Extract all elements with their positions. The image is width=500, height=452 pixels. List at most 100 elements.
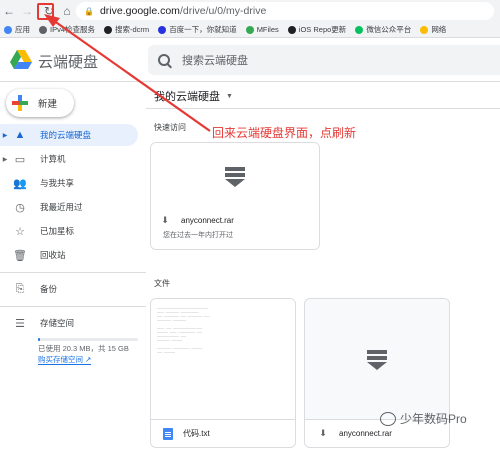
sidebar-item-label: 回收站 bbox=[40, 250, 66, 260]
bookmark-label: MFiles bbox=[256, 25, 279, 34]
file-card[interactable]: ──────────────────────────── ──── ──────… bbox=[150, 298, 296, 448]
bookmark-item[interactable]: 百度一下，你就知道 bbox=[158, 24, 237, 35]
sidebar-item-storage[interactable]: ☰ 存储空间 bbox=[0, 312, 138, 334]
storage-bar-fill bbox=[38, 338, 40, 341]
bookmark-favicon-icon bbox=[39, 25, 47, 34]
watermark-text: 少年数码Pro bbox=[400, 412, 467, 426]
sidebar-item-computers[interactable]: ▶ ▭ 计算机 bbox=[0, 148, 138, 170]
bookmark-item[interactable]: 应用 bbox=[4, 24, 30, 35]
external-link-icon: ↗ bbox=[85, 355, 92, 364]
main-divider bbox=[146, 108, 500, 109]
card-footer: 代码.txt bbox=[151, 419, 295, 447]
sidebar-divider bbox=[0, 272, 146, 273]
buy-storage-label: 购买存储空间 bbox=[38, 355, 83, 364]
bookmark-favicon-icon bbox=[4, 25, 12, 34]
lock-icon: 🔒 bbox=[84, 6, 94, 16]
sidebar-item-starred[interactable]: ☆ 已加星标 bbox=[0, 220, 138, 242]
storage-icon: ☰ bbox=[15, 317, 25, 330]
file-subtitle: 您在过去一年内打开过 bbox=[163, 232, 233, 239]
bookmark-favicon-icon bbox=[245, 25, 254, 34]
files-title: 文件 bbox=[154, 279, 170, 288]
bookmark-favicon-icon bbox=[420, 25, 429, 34]
file-preview bbox=[151, 143, 319, 211]
annotation-text: 回来云端硬盘界面，点刷新 bbox=[212, 126, 357, 140]
bookmark-label: 网络 bbox=[431, 25, 447, 34]
new-label: 新建 bbox=[38, 99, 58, 110]
download-icon bbox=[225, 167, 245, 187]
file-name: 代码.txt bbox=[183, 429, 210, 438]
buy-storage-link[interactable]: 购买存储空间 ↗ bbox=[38, 355, 92, 365]
home-icon[interactable]: ⌂ bbox=[58, 2, 76, 20]
people-icon: 👥 bbox=[13, 177, 27, 190]
url-host: drive.google.com bbox=[99, 5, 180, 17]
bookmark-label: iOS Repo更新 bbox=[298, 25, 347, 34]
clock-icon: ◷ bbox=[15, 201, 25, 214]
star-icon: ☆ bbox=[15, 225, 25, 238]
sidebar-item-recent[interactable]: ◷ 我最近用过 bbox=[0, 196, 138, 218]
quick-access-card[interactable]: ⬇ anyconnect.rar 您在过去一年内打开过 bbox=[150, 142, 320, 250]
bookmark-label: 应用 bbox=[15, 25, 30, 34]
bookmark-item[interactable]: IPv4检查服务 bbox=[39, 24, 95, 35]
url-path: /drive/u/0/my-drive bbox=[179, 5, 267, 17]
bookmark-item[interactable]: iOS Repo更新 bbox=[287, 24, 347, 35]
back-icon[interactable]: ← bbox=[0, 2, 18, 20]
trash-icon: 🗑 bbox=[13, 249, 27, 262]
reload-highlight-box bbox=[37, 3, 54, 20]
quick-access-title: 快速访问 bbox=[154, 123, 186, 132]
file-name: anyconnect.rar bbox=[181, 216, 234, 225]
sidebar: 新建 ▶ ▲ 我的云端硬盘 ▶ ▭ 计算机 👥 与我共享 ◷ 我最近用过 ☆ 已… bbox=[0, 82, 146, 452]
sidebar-item-label: 已加星标 bbox=[40, 226, 75, 236]
product-name[interactable]: 云端硬盘 bbox=[38, 51, 98, 72]
search-placeholder: 搜索云端硬盘 bbox=[182, 55, 248, 67]
sidebar-item-trash[interactable]: 🗑 回收站 bbox=[0, 244, 138, 266]
card-footer: ⬇ anyconnect.rar 您在过去一年内打开过 bbox=[151, 209, 319, 249]
sidebar-item-label: 我的云端硬盘 bbox=[40, 130, 92, 140]
bookmark-favicon-icon bbox=[355, 25, 364, 34]
storage-used-text: 已使用 20.3 MB，共 15 GB bbox=[38, 344, 129, 353]
forward-icon[interactable]: → bbox=[18, 2, 36, 20]
bookmark-label: IPv4检查服务 bbox=[50, 25, 96, 34]
document-icon bbox=[163, 427, 173, 440]
sidebar-item-label: 我最近用过 bbox=[40, 202, 83, 212]
plus-icon bbox=[12, 95, 28, 111]
bookmark-favicon-icon bbox=[287, 25, 296, 34]
bookmark-item[interactable]: 微信公众平台 bbox=[355, 24, 411, 35]
address-bar[interactable]: 🔒 drive.google.com/drive/u/0/my-drive bbox=[76, 2, 494, 20]
download-icon bbox=[367, 350, 387, 370]
sidebar-item-my-drive[interactable]: ▶ ▲ 我的云端硬盘 bbox=[0, 124, 138, 146]
archive-icon: ⬇ bbox=[161, 215, 169, 225]
chevron-down-icon: ▼ bbox=[226, 92, 233, 100]
bookmark-item[interactable]: 搜索-dcrm bbox=[104, 24, 149, 35]
bookmark-label: 百度一下，你就知道 bbox=[169, 25, 237, 34]
browser-toolbar: ← → ↻ ⌂ 🔒 drive.google.com/drive/u/0/my-… bbox=[0, 0, 500, 22]
sidebar-item-label: 备份 bbox=[40, 284, 58, 294]
text-file-preview: ──────────────────────────── ──── ──────… bbox=[157, 307, 210, 355]
bookmark-label: 搜索-dcrm bbox=[115, 25, 150, 34]
file-name: anyconnect.rar bbox=[339, 429, 392, 438]
expand-caret-icon[interactable]: ▶ bbox=[0, 132, 10, 139]
sidebar-divider bbox=[0, 306, 146, 307]
bookmark-item[interactable]: 网络 bbox=[420, 24, 446, 35]
watermark: 少年数码Pro bbox=[380, 410, 467, 427]
page-title: 我的云端硬盘 bbox=[154, 91, 220, 103]
bookmark-label: 微信公众平台 bbox=[366, 25, 412, 34]
drive-header: 云端硬盘 搜索云端硬盘 bbox=[0, 38, 500, 82]
backup-icon: ⎘ bbox=[15, 282, 25, 295]
search-icon[interactable] bbox=[158, 54, 170, 66]
breadcrumb[interactable]: 我的云端硬盘 ▼ bbox=[154, 88, 233, 104]
sidebar-item-label: 与我共享 bbox=[40, 178, 75, 188]
wechat-logo-icon bbox=[380, 411, 396, 426]
bookmark-favicon-icon bbox=[104, 25, 113, 34]
sidebar-item-label: 存储空间 bbox=[40, 318, 75, 328]
bookmark-item[interactable]: MFiles bbox=[245, 25, 279, 34]
sidebar-item-shared[interactable]: 👥 与我共享 bbox=[0, 172, 138, 194]
new-button[interactable]: 新建 bbox=[6, 89, 74, 117]
file-preview: ──────────────────────────── ──── ──────… bbox=[151, 299, 295, 421]
search-input[interactable]: 搜索云端硬盘 bbox=[148, 45, 500, 75]
drive-logo-icon[interactable] bbox=[10, 50, 32, 70]
archive-icon: ⬇ bbox=[319, 428, 327, 438]
drive-icon: ▲ bbox=[14, 129, 26, 141]
expand-caret-icon[interactable]: ▶ bbox=[0, 156, 10, 163]
sidebar-item-backup[interactable]: ⎘ 备份 bbox=[0, 278, 138, 300]
file-preview bbox=[305, 299, 449, 421]
